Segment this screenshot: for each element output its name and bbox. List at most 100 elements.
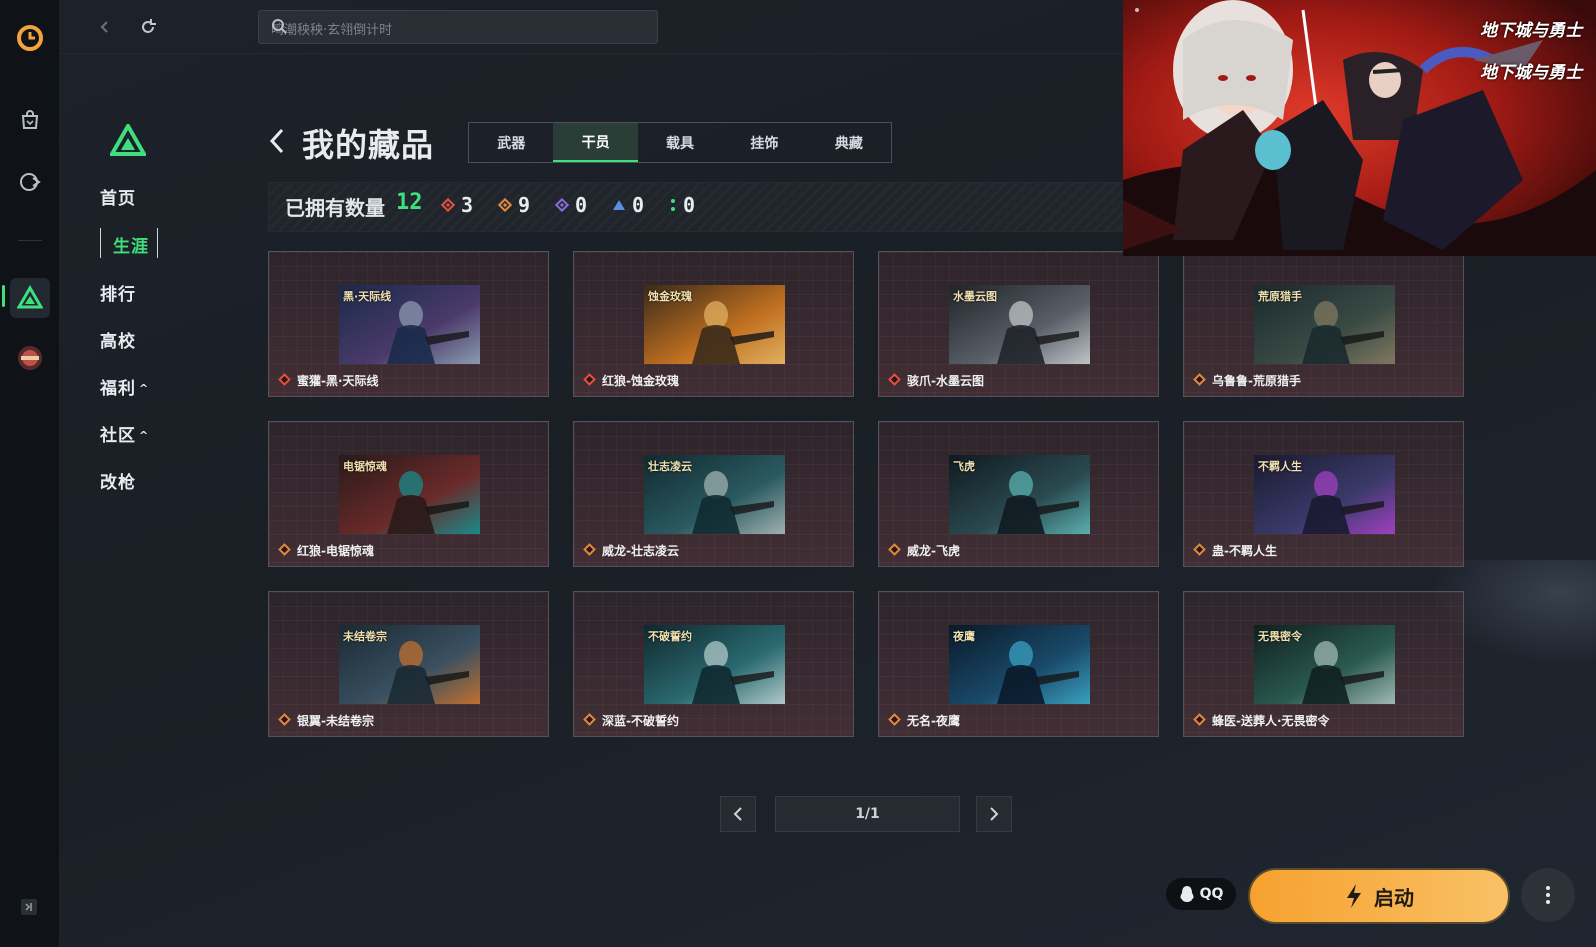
operator-skin-image: 水墨云图 xyxy=(949,285,1090,364)
back-arrow-icon[interactable] xyxy=(268,128,286,158)
collection-card[interactable]: 电锯惊魂红狼-电锯惊魂 xyxy=(268,421,549,567)
rarity-count-4: 0 xyxy=(669,193,695,217)
more-options-button[interactable] xyxy=(1521,868,1575,922)
store-bag-icon[interactable] xyxy=(12,102,48,138)
nav-item-home[interactable]: 首页 xyxy=(100,184,220,209)
collection-card[interactable]: 蚀金玫瑰红狼-蚀金玫瑰 xyxy=(573,251,854,397)
rarity-count-value: 0 xyxy=(683,193,696,217)
collection-card[interactable]: 壮志凌云威龙-壮志凌云 xyxy=(573,421,854,567)
search-input[interactable]: 鸣潮秧秧·玄翎倒计时 xyxy=(258,10,658,44)
operator-skin-name: 无名-夜鹰 xyxy=(907,714,960,728)
skin-art-tag: 不羁人生 xyxy=(1258,460,1302,473)
banner-logo-text-secondary: 地下城与勇士 xyxy=(1480,63,1582,83)
skin-art-tag: 无畏密令 xyxy=(1258,630,1302,643)
rarity-count-3: 0 xyxy=(612,193,644,217)
skin-art-tag: 电锯惊魂 xyxy=(343,460,387,473)
skin-art-tag: 黑·天际线 xyxy=(343,290,392,303)
rarity-count-value: 0 xyxy=(575,193,588,217)
operator-skin-name: 乌鲁鲁-荒原猎手 xyxy=(1212,374,1301,388)
collection-card[interactable]: 未结卷宗 银翼-未结卷宗 xyxy=(268,591,549,737)
collection-card[interactable]: 夜鹰无名-夜鹰 xyxy=(878,591,1159,737)
operator-skin-image: 未结卷宗 xyxy=(339,625,480,704)
chevron-up-icon: ^ xyxy=(139,382,150,395)
operator-skin-image: 电锯惊魂 xyxy=(339,455,480,534)
tab-0[interactable]: 武器 xyxy=(469,123,553,162)
nav-item-college[interactable]: 高校 xyxy=(100,327,220,352)
page-indicator: 1/1 xyxy=(775,796,960,832)
rarity-count-value: 9 xyxy=(518,193,531,217)
nav-item-career[interactable]: 生涯 xyxy=(113,232,233,257)
rail-divider xyxy=(18,240,42,241)
nav-item-welfare-label: 福利 xyxy=(100,379,136,399)
app-logo-icon[interactable] xyxy=(12,20,48,56)
collapse-sidebar-icon[interactable] xyxy=(20,898,38,920)
tab-4[interactable]: 典藏 xyxy=(807,123,891,162)
skin-art-tag: 荒原猎手 xyxy=(1258,290,1302,303)
rarity-icon xyxy=(612,193,626,217)
rarity-icon xyxy=(669,193,677,217)
operator-skin-image: 不羁人生 xyxy=(1254,455,1395,534)
tab-1[interactable]: 干员 xyxy=(553,123,638,162)
skin-art-tag: 不破誓约 xyxy=(648,630,692,643)
collection-tabs: 武器 干员 载具 挂饰 典藏 xyxy=(468,122,892,163)
rarity-icon xyxy=(440,193,456,217)
chevron-right-icon xyxy=(990,807,999,821)
game-nav: 首页 生涯 排行 高校 福利 ^ 社区 ^ 改枪 xyxy=(60,54,260,947)
nav-item-ranking[interactable]: 排行 xyxy=(100,280,220,305)
prev-page-button[interactable] xyxy=(720,796,756,832)
collection-card[interactable]: 荒原猎手乌鲁鲁-荒原猎手 xyxy=(1183,251,1464,397)
collection-card[interactable]: 不羁人生 蛊-不羁人生 xyxy=(1183,421,1464,567)
collection-card[interactable]: 黑·天际线蜜獾-黑·天际线 xyxy=(268,251,549,397)
rarity-icon xyxy=(554,193,570,217)
operator-skin-image: 蚀金玫瑰 xyxy=(644,285,785,364)
page-title: 我的藏品 xyxy=(302,126,435,164)
delta-force-game-icon[interactable] xyxy=(10,278,50,318)
refresh-icon[interactable] xyxy=(135,14,161,40)
more-vertical-icon xyxy=(1546,886,1550,904)
operator-skin-name: 蜂医-送葬人·无畏密令 xyxy=(1212,714,1330,728)
operator-skin-name: 蜜獾-黑·天际线 xyxy=(297,374,379,388)
rarity-count-1: 9 xyxy=(497,193,531,217)
operator-skin-name: 骇爪-水墨云图 xyxy=(907,374,984,388)
skin-art-tag: 未结卷宗 xyxy=(343,630,387,643)
launch-button[interactable]: 启动 xyxy=(1248,868,1510,924)
operator-skin-name: 红狼-电锯惊魂 xyxy=(297,544,374,558)
collection-card[interactable]: 飞虎威龙-飞虎 xyxy=(878,421,1159,567)
launch-label: 启动 xyxy=(1374,885,1414,910)
pagination: 1/1 xyxy=(720,796,1012,832)
chevron-left-icon xyxy=(733,807,742,821)
banner-logo-text: 地下城与勇士 xyxy=(1480,21,1582,41)
nav-item-community[interactable]: 社区 ^ xyxy=(100,421,220,446)
operator-skin-name: 红狼-蚀金玫瑰 xyxy=(602,374,679,388)
skin-art-tag: 壮志凌云 xyxy=(648,460,692,473)
rarity-count-2: 0 xyxy=(554,193,588,217)
rail-active-indicator xyxy=(2,285,5,307)
tab-2[interactable]: 载具 xyxy=(638,123,722,162)
operator-skin-image: 无畏密令 xyxy=(1254,625,1395,704)
skin-art-tag: 飞虎 xyxy=(953,460,975,473)
qq-account-button[interactable]: QQ xyxy=(1166,878,1236,910)
operator-skin-image: 荒原猎手 xyxy=(1254,285,1395,364)
icon-rail xyxy=(0,0,60,947)
dnf-game-icon[interactable] xyxy=(12,340,48,376)
search-icon[interactable] xyxy=(271,18,649,38)
game-tag-icon[interactable] xyxy=(12,164,48,200)
collection-card[interactable]: 水墨云图骇爪-水墨云图 xyxy=(878,251,1159,397)
skin-art-tag: 夜鹰 xyxy=(953,630,975,643)
dnf-ad-banner[interactable]: 地下城与勇士 地下城与勇士 xyxy=(1123,0,1596,256)
next-page-button[interactable] xyxy=(976,796,1012,832)
operator-skin-name: 威龙-壮志凌云 xyxy=(602,544,679,558)
tab-3[interactable]: 挂饰 xyxy=(722,123,806,162)
operator-skin-name: 深蓝-不破誓约 xyxy=(602,714,679,728)
rarity-count-value: 3 xyxy=(461,193,474,217)
rarity-icon xyxy=(497,193,513,217)
operator-skin-name: 威龙-飞虎 xyxy=(907,544,960,558)
nav-item-welfare[interactable]: 福利 ^ xyxy=(100,374,220,399)
back-nav-icon[interactable] xyxy=(92,14,118,40)
background-streak xyxy=(1420,560,1596,670)
nav-item-gun-mod[interactable]: 改枪 xyxy=(100,468,220,493)
operator-skin-image: 飞虎 xyxy=(949,455,1090,534)
collection-card[interactable]: 不破誓约深蓝-不破誓约 xyxy=(573,591,854,737)
app-root: 鸣潮秧秧·玄翎倒计时 首页 生涯 排行 高校 福利 ^ 社区 ^ 改枪 我的藏品 武… xyxy=(0,0,1596,947)
skin-art-tag: 水墨云图 xyxy=(953,290,997,303)
